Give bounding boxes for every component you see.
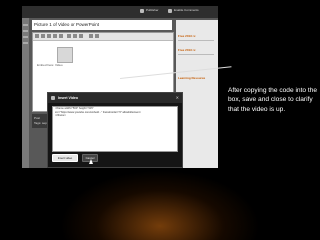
toolbar-icon[interactable] <box>79 34 83 38</box>
toolbar-icon[interactable] <box>95 34 99 38</box>
toolbar-icon[interactable] <box>35 34 39 38</box>
divider <box>178 40 214 41</box>
nav-item[interactable] <box>23 30 28 32</box>
post-title-field[interactable]: Picture 1 of Video or PowerPoint <box>32 20 172 30</box>
nav-item[interactable] <box>23 24 28 26</box>
comments-icon <box>168 9 172 13</box>
embed-code-textarea[interactable]: <iframe width="560" height="315" src="ht… <box>52 106 178 152</box>
comments-label[interactable]: Enable Comments <box>174 8 199 12</box>
sidebar-item[interactable]: Free 2013 rc <box>178 48 196 52</box>
insert-video-button[interactable]: Insert video <box>52 154 78 162</box>
left-nav <box>22 18 29 168</box>
toolbar-icon[interactable] <box>41 34 45 38</box>
tags-heading: Post <box>34 116 41 120</box>
sidebar-item[interactable]: Free 2013 rc <box>178 34 196 38</box>
publisher-label[interactable]: Publisher <box>146 8 159 12</box>
toolbar-icon[interactable] <box>67 34 71 38</box>
insert-video-dialog: Insert Video ✕ <iframe width="560" heigh… <box>47 92 183 168</box>
video-thumbnail[interactable] <box>57 47 73 63</box>
video-icon <box>51 96 55 100</box>
nav-item[interactable] <box>23 42 28 44</box>
close-icon[interactable]: ✕ <box>176 95 179 100</box>
toolbar-icon[interactable] <box>89 34 93 38</box>
publisher-icon <box>140 9 144 13</box>
orange-glow <box>60 170 260 240</box>
nav-item[interactable] <box>23 36 28 38</box>
top-bar: Publisher Enable Comments <box>22 6 218 18</box>
editor-toolbar <box>33 33 173 41</box>
toolbar-icon[interactable] <box>73 34 77 38</box>
embed-caption: Embed here: Video <box>37 63 63 67</box>
sidebar-item[interactable]: Learning Resource <box>178 76 205 80</box>
dialog-title: Insert Video <box>58 96 78 100</box>
toolbar-icon[interactable] <box>53 34 57 38</box>
code-line: </iframe> <box>55 114 66 118</box>
mouse-cursor-icon <box>89 159 93 164</box>
dialog-header: Insert Video ✕ <box>48 93 182 103</box>
toolbar-icon[interactable] <box>47 34 51 38</box>
toolbar-icon[interactable] <box>59 34 63 38</box>
divider <box>178 54 214 55</box>
annotation-text: After copying the code into the box, sav… <box>228 87 318 113</box>
